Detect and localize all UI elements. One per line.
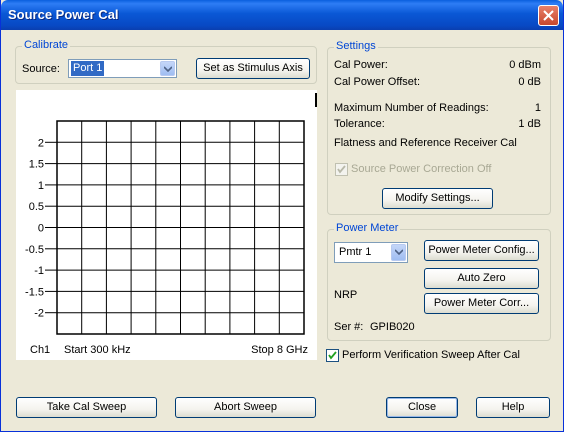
y-tick-label: 2 (38, 137, 44, 149)
serial-number-value: GPIB020 (370, 321, 415, 333)
serial-number-label: Ser #: (334, 321, 364, 333)
cal-power-offset-value: 0 dB (518, 76, 541, 88)
chart-svg: 2 1.5 1 0.5 0 -0.5 -1 -1.5 -2 (25, 93, 317, 335)
abort-sweep-button[interactable]: Abort Sweep (175, 397, 316, 418)
y-tick-label: -0.5 (25, 244, 44, 256)
max-readings-value: 1 (534, 102, 541, 114)
stop-frequency-label: Stop 8 GHz (251, 344, 308, 356)
y-tick-label: -1 (34, 265, 44, 277)
auto-zero-button[interactable]: Auto Zero (424, 268, 539, 289)
modify-settings-button[interactable]: Modify Settings... (382, 188, 493, 209)
y-tick-label: 0.5 (29, 201, 44, 213)
tolerance-value: 1 dB (518, 118, 541, 130)
source-label: Source: (22, 63, 60, 75)
window-title: Source Power Cal (8, 7, 119, 22)
power-cal-plot: 2 1.5 1 0.5 0 -0.5 -1 -1.5 -2 Ch1 Start 300 kHz … (16, 90, 317, 360)
checkmark-icon (328, 351, 337, 360)
checkmark-icon (337, 165, 346, 174)
y-tick-label: 1.5 (29, 159, 44, 171)
power-meter-select-value: Pmtr 1 (339, 246, 372, 258)
set-as-stimulus-axis-button[interactable]: Set as Stimulus Axis (196, 58, 310, 79)
source-select-value: Port 1 (71, 61, 105, 76)
cal-power-value: 0 dBm (509, 59, 541, 71)
power-meter-config-button[interactable]: Power Meter Config... (424, 240, 539, 261)
source-power-cal-dialog: Source Power Cal Calibrate Source: Port … (0, 0, 564, 432)
power-meter-select[interactable]: Pmtr 1 (334, 242, 408, 263)
power-meter-corr-button[interactable]: Power Meter Corr... (424, 293, 539, 314)
max-readings-label: Maximum Number of Readings: (334, 102, 489, 114)
source-select[interactable]: Port 1 (68, 59, 177, 78)
take-cal-sweep-button[interactable]: Take Cal Sweep (16, 397, 157, 418)
channel-label: Ch1 (30, 344, 51, 356)
verification-sweep-label: Perform Verification Sweep After Cal (342, 349, 520, 361)
cal-power-label: Cal Power: (334, 59, 388, 71)
power-meter-model: NRP (334, 289, 358, 301)
chevron-down-icon[interactable] (160, 61, 175, 76)
y-tick-label: -1.5 (25, 286, 44, 298)
calibrate-group-title: Calibrate (22, 39, 71, 51)
cal-power-offset-label: Cal Power Offset: (334, 76, 420, 88)
close-window-button[interactable] (538, 5, 559, 26)
help-button[interactable]: Help (476, 397, 550, 418)
settings-group-title: Settings (334, 40, 378, 52)
close-button[interactable]: Close (386, 397, 458, 418)
start-frequency-label: Start 300 kHz (64, 344, 131, 356)
source-power-correction-off-checkbox[interactable] (335, 163, 348, 176)
y-tick-label: -2 (34, 308, 44, 320)
power-meter-group-title: Power Meter (334, 222, 401, 234)
close-icon (543, 10, 554, 21)
title-bar[interactable]: Source Power Cal (1, 0, 563, 30)
y-tick-label: 0 (38, 223, 44, 235)
tolerance-label: Tolerance: (334, 118, 385, 130)
source-power-correction-off-label: Source Power Correction Off (351, 163, 492, 175)
verification-sweep-checkbox[interactable] (326, 349, 339, 362)
flatness-text: Flatness and Reference Receiver Cal (334, 137, 517, 149)
y-tick-label: 1 (38, 180, 44, 192)
chevron-down-icon[interactable] (391, 244, 406, 261)
